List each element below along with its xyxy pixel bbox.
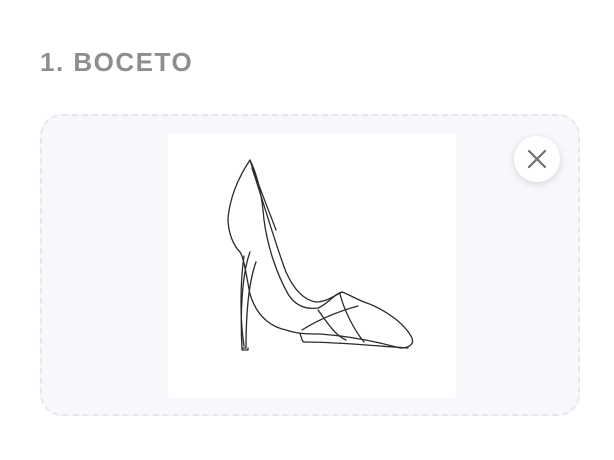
section-title: 1. BOCETO — [40, 47, 194, 77]
close-icon — [527, 149, 547, 169]
sketch-image-preview — [168, 134, 456, 398]
image-dropzone[interactable] — [40, 114, 580, 416]
high-heel-sketch — [227, 159, 414, 351]
remove-image-button[interactable] — [514, 136, 560, 182]
